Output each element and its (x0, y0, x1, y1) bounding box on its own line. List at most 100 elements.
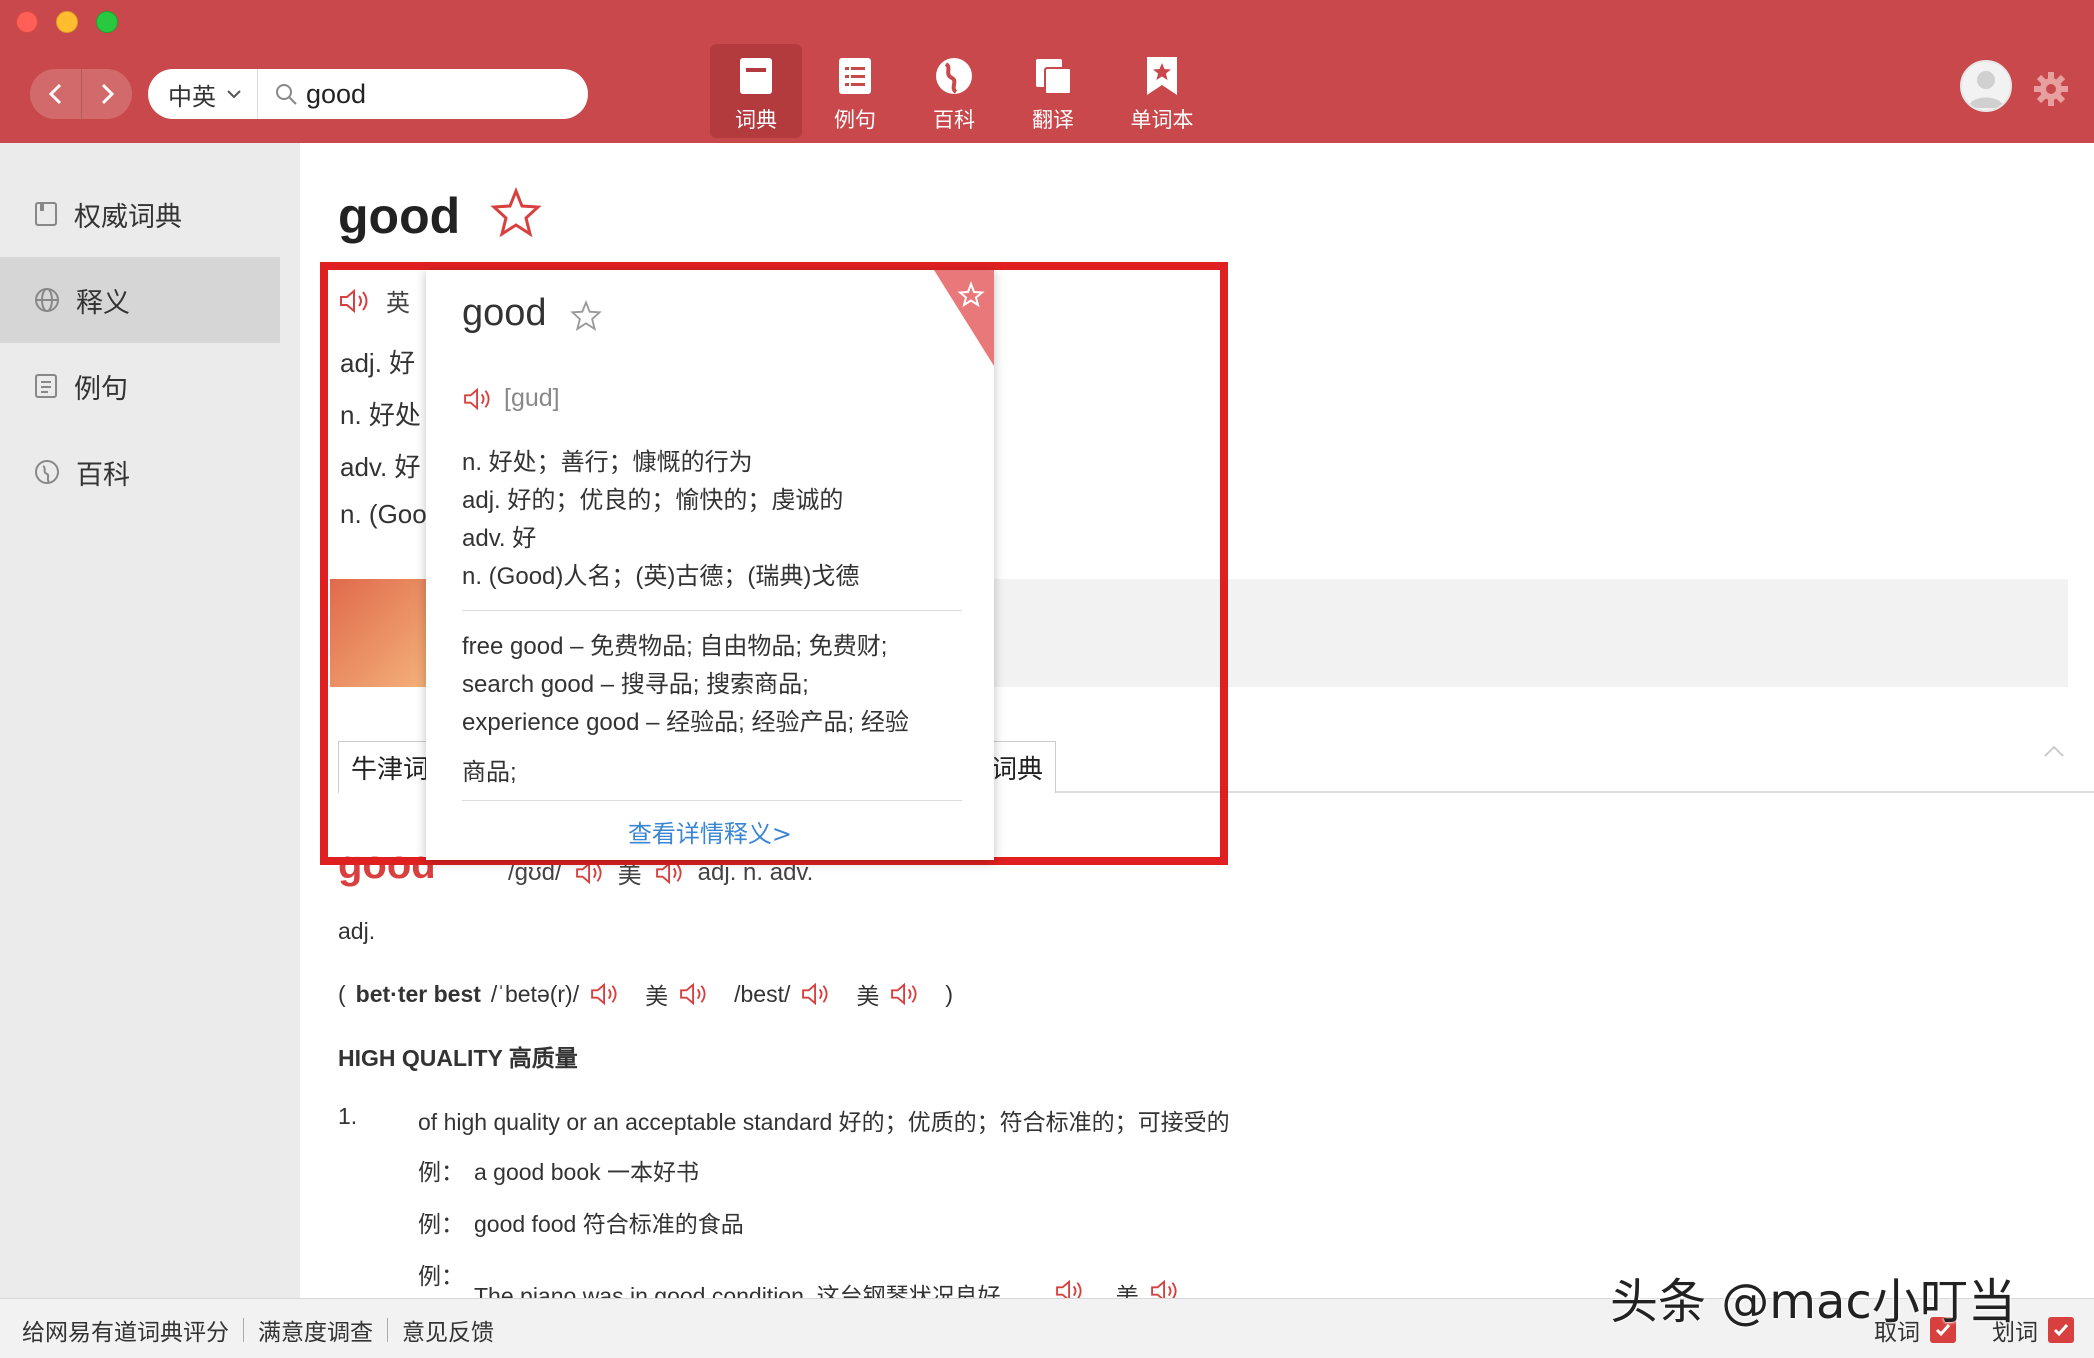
wordbook-corner-ribbon[interactable] (934, 270, 994, 366)
checkmark-icon (2053, 1324, 2069, 1337)
sidebar-item-examples[interactable]: 例句 (0, 343, 280, 429)
chevron-down-icon (227, 90, 241, 99)
language-select-value: 中英 (168, 82, 216, 111)
popup-definition: adv. 好 (462, 525, 537, 552)
popup-definition: n. (Good)人名；(英)古德；(瑞典)戈德 (462, 563, 860, 590)
divider (387, 1318, 388, 1342)
toolbar: 中英 词典 例句 百科 翻译 (0, 0, 2094, 143)
example-prefix: 例： (418, 1211, 464, 1237)
popup-definition: adj. 好的；优良的；愉快的；虔诚的 (462, 487, 844, 514)
forms-phonetic: /ˈbetə(r)/ (490, 980, 580, 1007)
divider (462, 610, 962, 611)
book-icon (35, 202, 57, 226)
search-box: 中英 (148, 69, 588, 119)
forms-phonetic: /best/ (734, 980, 791, 1007)
globe-icon (35, 288, 59, 312)
globe-icon (933, 54, 975, 98)
example-text: The piano was in good condition. 这台钢琴状况良… (474, 1283, 1024, 1298)
entry-forms: ( bet·ter best /ˈbetə(r)/ 美 /best/ 美 ) (338, 977, 953, 1011)
popup-phonetic: [gud] (504, 384, 560, 412)
tab-label: 词典 (735, 108, 777, 132)
star-icon[interactable] (570, 300, 602, 332)
favorite-star-icon[interactable] (490, 187, 542, 239)
speaker-icon[interactable] (678, 982, 710, 1006)
speaker-icon[interactable] (889, 982, 921, 1006)
speaker-icon[interactable] (589, 982, 621, 1006)
popup-phrase: experience good – 经验品; 经验产品; 经验 (462, 709, 909, 736)
window-close-button[interactable] (16, 11, 38, 33)
section-heading: HIGH QUALITY 高质量 (338, 1045, 578, 1071)
sense-definition: of high quality or an acceptable standar… (418, 1109, 1230, 1135)
quick-lookup-popup: good [gud] n. 好处；善行；慷慨的行为 adj. 好的；优良的；愉快… (426, 270, 994, 860)
dictionary-icon (735, 54, 777, 98)
popup-definition: n. 好处；善行；慷慨的行为 (462, 449, 753, 476)
main-tabs: 词典 例句 百科 翻译 单词本 (710, 44, 1225, 140)
gear-icon[interactable] (2032, 70, 2070, 108)
chevron-right-icon (101, 83, 115, 105)
watermark: 头条 @mac小叮当 (1610, 1274, 2016, 1330)
us-label: 美 (645, 983, 669, 1009)
bookmark-star-icon (1141, 54, 1183, 98)
popup-pronunciation: [gud] (462, 384, 560, 413)
doc-icon (35, 374, 57, 398)
tab-examples[interactable]: 例句 (809, 44, 901, 138)
example-prefix: 例： (418, 1263, 464, 1289)
us-label: 美 (856, 983, 880, 1009)
view-details-link[interactable]: 查看详情释义> (426, 814, 994, 849)
back-button[interactable] (30, 69, 81, 119)
tab-label: 百科 (933, 108, 975, 132)
window-minimize-button[interactable] (56, 11, 78, 33)
history-nav (30, 69, 132, 119)
language-select[interactable]: 中英 (148, 69, 258, 119)
survey-link[interactable]: 满意度调查 (258, 1313, 373, 1347)
popup-word: good (462, 292, 547, 334)
tab-label: 例句 (834, 108, 876, 132)
sidebar-item-label: 权威词典 (74, 201, 182, 233)
example-text: a good book 一本好书 (474, 1159, 700, 1185)
chevron-up-icon[interactable] (2042, 743, 2066, 759)
search-icon (276, 84, 297, 105)
popup-phrase: free good – 免费物品; 自由物品; 免费财; (462, 633, 888, 660)
feedback-links: 给网易有道词典评分 满意度调查 意见反馈 (22, 1313, 494, 1347)
example-prefix: 例： (418, 1159, 464, 1185)
tab-wordbook[interactable]: 单词本 (1106, 44, 1218, 138)
sidebar-item-label: 百科 (76, 459, 130, 491)
sidebar-item-encyclopedia[interactable]: 百科 (0, 429, 280, 515)
tab-translate[interactable]: 翻译 (1007, 44, 1099, 138)
example-text: good food 符合标准的食品 (474, 1211, 744, 1237)
sidebar-item-label: 例句 (74, 373, 128, 405)
sidebar-item-label: 释义 (76, 287, 130, 319)
rate-app-link[interactable]: 给网易有道词典评分 (22, 1313, 229, 1347)
us-label: 美 (1115, 1283, 1139, 1298)
forward-button[interactable] (81, 69, 132, 119)
compass-icon (35, 460, 59, 484)
divider (462, 800, 962, 801)
sidebar-item-authority-dict[interactable]: 权威词典 (0, 171, 280, 257)
list-icon (834, 54, 876, 98)
user-icon (1968, 71, 2004, 108)
forms-prefix: ( (338, 980, 346, 1007)
search-input[interactable] (306, 78, 556, 110)
example: 例： The piano was in good condition. 这台钢琴… (418, 1257, 1181, 1298)
speaker-icon[interactable] (1054, 1279, 1086, 1298)
sense-number: 1. (338, 1103, 358, 1129)
popup-phrase: 商品; (462, 759, 517, 786)
example: 例： a good book 一本好书 (418, 1153, 699, 1187)
speaker-icon[interactable] (462, 387, 494, 411)
avatar[interactable] (1960, 60, 2012, 112)
popup-phrase: search good – 搜寻品; 搜索商品; (462, 671, 809, 698)
sidebar: 权威词典 释义 例句 百科 (0, 143, 300, 1298)
feedback-link[interactable]: 意见反馈 (402, 1313, 494, 1347)
tab-label: 翻译 (1032, 108, 1074, 132)
tab-encyclopedia[interactable]: 百科 (908, 44, 1000, 138)
tab-dictionary[interactable]: 词典 (710, 44, 802, 138)
forms-suffix: ) (945, 980, 954, 1007)
speaker-icon[interactable] (800, 982, 832, 1006)
translate-icon (1032, 54, 1074, 98)
select-word-checkbox[interactable] (2048, 1317, 2074, 1343)
example: 例： good food 符合标准的食品 (418, 1205, 744, 1239)
speaker-icon[interactable] (1149, 1279, 1181, 1298)
chevron-left-icon (48, 83, 61, 105)
sidebar-item-definitions[interactable]: 释义 (0, 257, 280, 343)
window-zoom-button[interactable] (96, 11, 118, 33)
